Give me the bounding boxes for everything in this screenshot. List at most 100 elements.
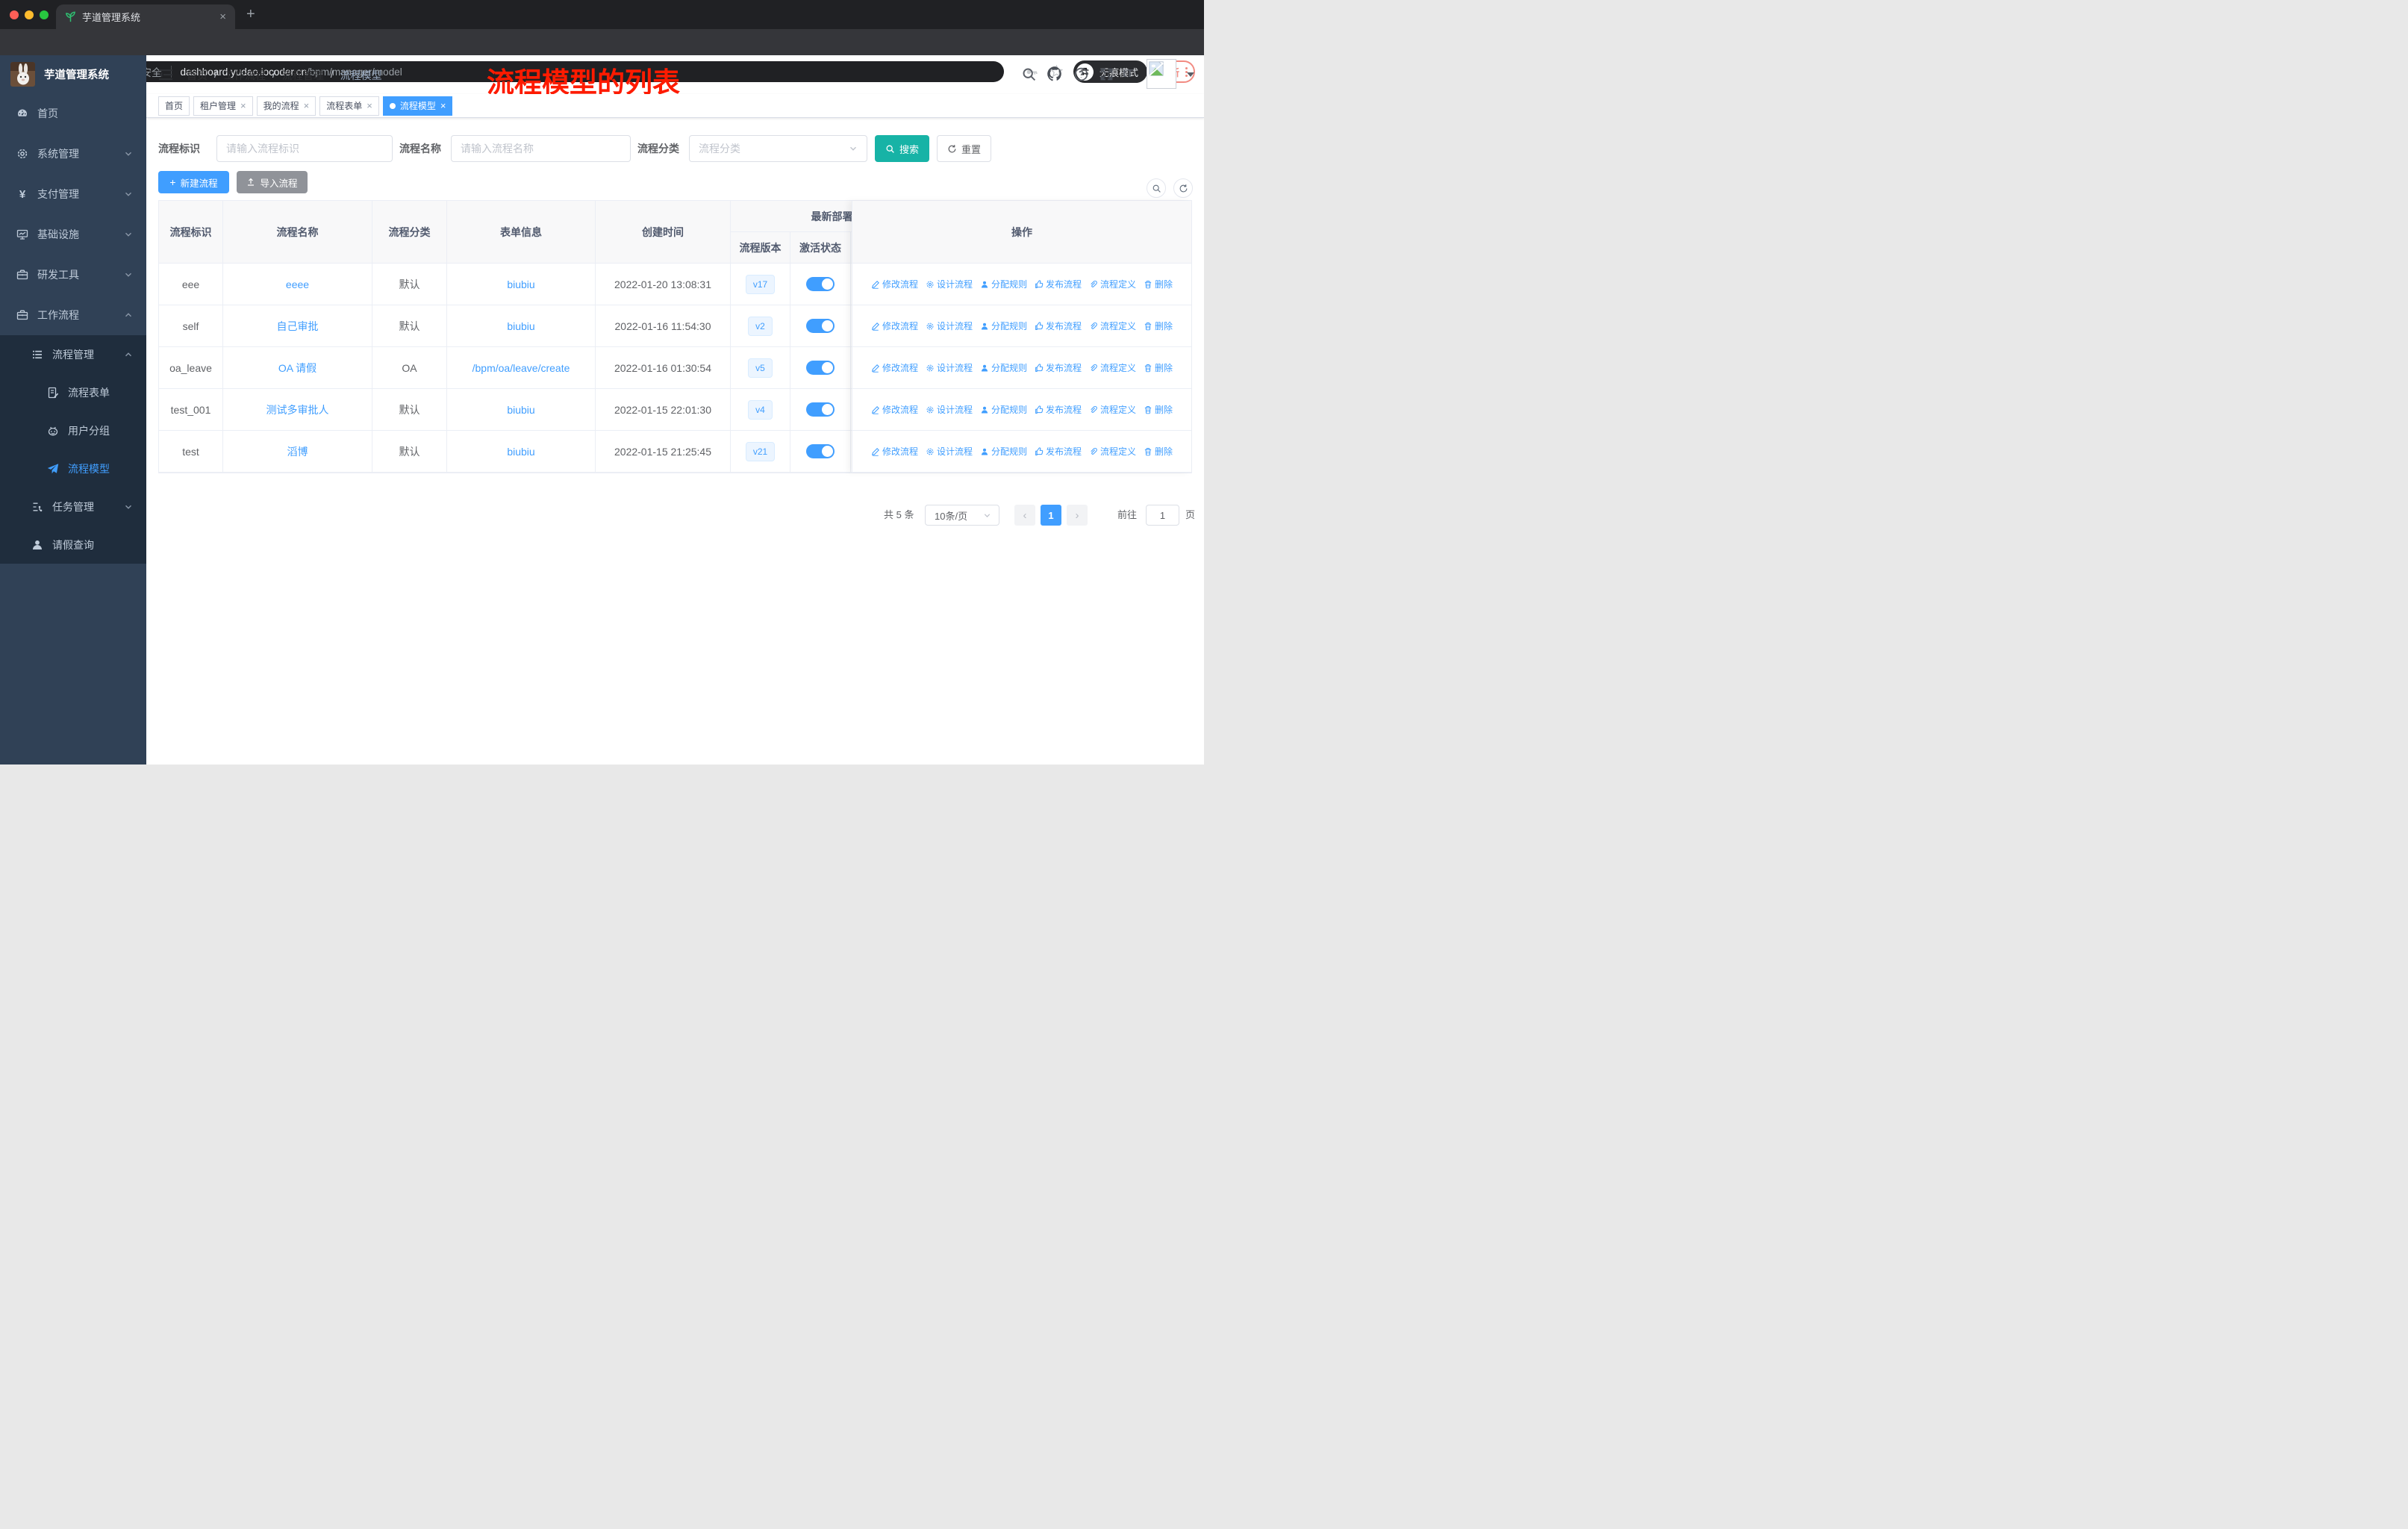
action-definition-link[interactable]: 流程定义 bbox=[1089, 403, 1136, 416]
sidebar-item-process-model[interactable]: 流程模型 bbox=[0, 449, 146, 488]
cell-process-name-link[interactable]: 自己审批 bbox=[277, 319, 319, 334]
action-edit-link[interactable]: 修改流程 bbox=[871, 278, 918, 290]
tag-process-form[interactable]: 流程表单 × bbox=[319, 96, 379, 116]
cell-form-info-link[interactable]: biubiu bbox=[507, 404, 534, 416]
action-edit-link[interactable]: 修改流程 bbox=[871, 403, 918, 416]
cell-process-name-link[interactable]: OA 请假 bbox=[278, 361, 316, 376]
action-delete-link[interactable]: 删除 bbox=[1144, 403, 1173, 416]
avatar[interactable] bbox=[1147, 59, 1176, 89]
breadcrumb-home[interactable]: 首页 bbox=[187, 68, 208, 83]
action-deploy-link[interactable]: 发布流程 bbox=[1035, 320, 1082, 332]
action-design-link[interactable]: 设计流程 bbox=[926, 278, 973, 290]
active-toggle[interactable] bbox=[806, 444, 835, 458]
version-badge[interactable]: v2 bbox=[748, 316, 773, 336]
sidebar-item-user-group[interactable]: 用户分组 bbox=[0, 411, 146, 449]
action-definition-link[interactable]: 流程定义 bbox=[1089, 361, 1136, 374]
collapse-menu-icon[interactable] bbox=[158, 67, 173, 82]
header-search-icon[interactable] bbox=[1021, 66, 1037, 82]
new-tab-button[interactable]: + bbox=[246, 6, 255, 23]
page-number-1[interactable]: 1 bbox=[1041, 505, 1061, 526]
process-id-input[interactable] bbox=[216, 135, 393, 162]
sidebar-item-process-form[interactable]: 流程表单 bbox=[0, 373, 146, 411]
tag-process-model[interactable]: 流程模型 × bbox=[382, 96, 453, 116]
cell-form-info-link[interactable]: biubiu bbox=[507, 320, 534, 332]
show-search-button[interactable] bbox=[1147, 178, 1166, 198]
sidebar-item-workflow[interactable]: 工作流程 bbox=[0, 295, 146, 335]
import-process-button[interactable]: 导入流程 bbox=[237, 171, 308, 193]
page-size-select[interactable]: 10条/页 bbox=[925, 505, 999, 526]
action-delete-link[interactable]: 删除 bbox=[1144, 445, 1173, 458]
search-button[interactable]: 搜索 bbox=[875, 135, 929, 162]
action-assign-rule-link[interactable]: 分配规则 bbox=[980, 278, 1027, 290]
cell-process-name-link[interactable]: eeee bbox=[286, 278, 309, 290]
create-process-button[interactable]: + 新建流程 bbox=[158, 171, 229, 193]
process-category-select[interactable]: 流程分类 bbox=[689, 135, 867, 162]
traffic-light-zoom[interactable] bbox=[40, 10, 49, 19]
cell-form-info-link[interactable]: /bpm/oa/leave/create bbox=[472, 362, 570, 374]
version-badge[interactable]: v17 bbox=[745, 274, 776, 294]
close-icon[interactable]: × bbox=[304, 101, 310, 110]
version-badge[interactable]: v4 bbox=[748, 399, 773, 420]
tab-close-icon[interactable]: × bbox=[219, 11, 226, 22]
active-toggle[interactable] bbox=[806, 402, 835, 417]
goto-page-input[interactable] bbox=[1146, 505, 1179, 526]
sidebar-item-task-management[interactable]: 任务管理 bbox=[0, 488, 146, 526]
process-name-input[interactable] bbox=[451, 135, 631, 162]
next-page-button[interactable]: › bbox=[1067, 505, 1088, 526]
action-assign-rule-link[interactable]: 分配规则 bbox=[980, 320, 1027, 332]
action-deploy-link[interactable]: 发布流程 bbox=[1035, 445, 1082, 458]
tag-home[interactable]: 首页 bbox=[158, 96, 190, 116]
action-definition-link[interactable]: 流程定义 bbox=[1089, 278, 1136, 290]
github-icon[interactable] bbox=[1047, 66, 1063, 82]
traffic-light-minimize[interactable] bbox=[25, 10, 34, 19]
sidebar-item-infrastructure[interactable]: 基础设施 bbox=[0, 214, 146, 255]
action-edit-link[interactable]: 修改流程 bbox=[871, 361, 918, 374]
close-icon[interactable]: × bbox=[366, 101, 372, 110]
action-definition-link[interactable]: 流程定义 bbox=[1089, 445, 1136, 458]
font-size-icon[interactable]: tT bbox=[1123, 67, 1133, 80]
prev-page-button[interactable]: ‹ bbox=[1014, 505, 1035, 526]
action-deploy-link[interactable]: 发布流程 bbox=[1035, 403, 1082, 416]
cell-form-info-link[interactable]: biubiu bbox=[507, 446, 534, 458]
action-delete-link[interactable]: 删除 bbox=[1144, 278, 1173, 290]
sidebar-item-dev-tools[interactable]: 研发工具 bbox=[0, 255, 146, 295]
refresh-table-button[interactable] bbox=[1173, 178, 1193, 198]
action-assign-rule-link[interactable]: 分配规则 bbox=[980, 361, 1027, 374]
action-deploy-link[interactable]: 发布流程 bbox=[1035, 361, 1082, 374]
action-assign-rule-link[interactable]: 分配规则 bbox=[980, 445, 1027, 458]
action-edit-link[interactable]: 修改流程 bbox=[871, 445, 918, 458]
sidebar-item-home[interactable]: 首页 bbox=[0, 93, 146, 134]
active-toggle[interactable] bbox=[806, 319, 835, 333]
active-toggle[interactable] bbox=[806, 361, 835, 375]
action-deploy-link[interactable]: 发布流程 bbox=[1035, 278, 1082, 290]
tag-my-process[interactable]: 我的流程 × bbox=[256, 96, 316, 116]
action-definition-link[interactable]: 流程定义 bbox=[1089, 320, 1136, 332]
help-icon[interactable] bbox=[1073, 66, 1089, 82]
traffic-light-close[interactable] bbox=[10, 10, 19, 19]
cell-process-name-link[interactable]: 测试多审批人 bbox=[266, 402, 329, 417]
sidebar-item-system-management[interactable]: 系统管理 bbox=[0, 134, 146, 174]
action-design-link[interactable]: 设计流程 bbox=[926, 320, 973, 332]
action-delete-link[interactable]: 删除 bbox=[1144, 320, 1173, 332]
action-edit-link[interactable]: 修改流程 bbox=[871, 320, 918, 332]
version-badge[interactable]: v5 bbox=[748, 358, 773, 378]
cell-process-name-link[interactable]: 滔博 bbox=[287, 444, 308, 459]
breadcrumb-process-management[interactable]: 流程管理 bbox=[282, 68, 324, 83]
action-design-link[interactable]: 设计流程 bbox=[926, 361, 973, 374]
tag-tenant-management[interactable]: 租户管理 × bbox=[193, 96, 253, 116]
sidebar-item-leave-query[interactable]: 请假查询 bbox=[0, 526, 146, 564]
action-design-link[interactable]: 设计流程 bbox=[926, 445, 973, 458]
cell-form-info-link[interactable]: biubiu bbox=[507, 278, 534, 290]
version-badge[interactable]: v21 bbox=[745, 441, 776, 461]
avatar-caret-icon[interactable] bbox=[1187, 72, 1194, 77]
close-icon[interactable]: × bbox=[240, 101, 246, 110]
active-toggle[interactable] bbox=[806, 277, 835, 291]
action-design-link[interactable]: 设计流程 bbox=[926, 403, 973, 416]
sidebar-item-payment-management[interactable]: ¥ 支付管理 bbox=[0, 174, 146, 214]
fullscreen-icon[interactable] bbox=[1099, 66, 1114, 82]
reset-button[interactable]: 重置 bbox=[937, 135, 991, 162]
breadcrumb-workflow[interactable]: 工作流程 bbox=[224, 68, 266, 83]
action-assign-rule-link[interactable]: 分配规则 bbox=[980, 403, 1027, 416]
sidebar-logo[interactable]: 芋道管理系统 bbox=[0, 55, 146, 93]
close-icon[interactable]: × bbox=[440, 101, 446, 110]
